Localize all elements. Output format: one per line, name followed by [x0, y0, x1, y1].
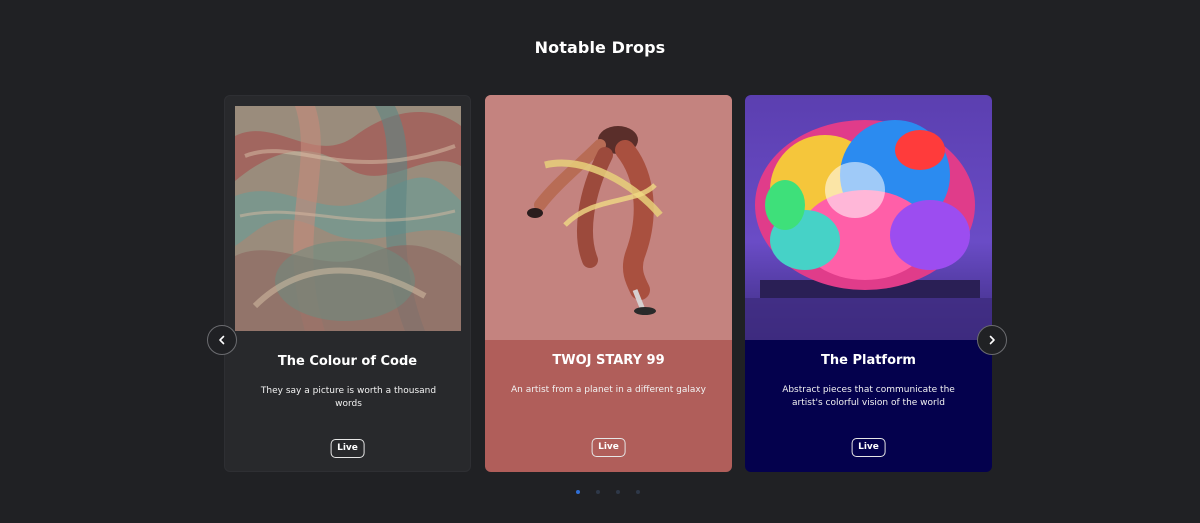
live-badge: Live: [851, 438, 886, 457]
card-image[interactable]: [485, 95, 732, 340]
chevron-right-icon: [989, 335, 995, 345]
drop-card-the-platform[interactable]: The Platform Abstract pieces that commun…: [745, 95, 992, 472]
carousel-pagination: [576, 490, 640, 494]
pagination-dot[interactable]: [596, 490, 600, 494]
chevron-left-icon: [219, 335, 225, 345]
section-title: Notable Drops: [534, 38, 666, 57]
pagination-dot[interactable]: [576, 490, 580, 494]
live-badge: Live: [330, 439, 365, 458]
card-image[interactable]: [235, 106, 461, 331]
card-image[interactable]: [745, 95, 992, 340]
card-title[interactable]: The Colour of Code: [225, 354, 470, 369]
drop-card-colour-of-code[interactable]: The Colour of Code They say a picture is…: [224, 95, 471, 472]
drop-card-twoj-stary-99[interactable]: TWOJ STARY 99 An artist from a planet in…: [485, 95, 732, 472]
card-description: They say a picture is worth a thousand w…: [260, 386, 437, 409]
card-title[interactable]: The Platform: [745, 353, 992, 368]
live-badge: Live: [591, 438, 626, 457]
pagination-dot[interactable]: [616, 490, 620, 494]
carousel-prev-button[interactable]: [207, 325, 237, 355]
pagination-dot[interactable]: [636, 490, 640, 494]
card-description: An artist from a planet in a different g…: [511, 385, 707, 395]
card-title[interactable]: TWOJ STARY 99: [485, 353, 732, 368]
carousel-next-button[interactable]: [977, 325, 1007, 355]
card-description: Abstract pieces that communicate the art…: [782, 385, 955, 408]
